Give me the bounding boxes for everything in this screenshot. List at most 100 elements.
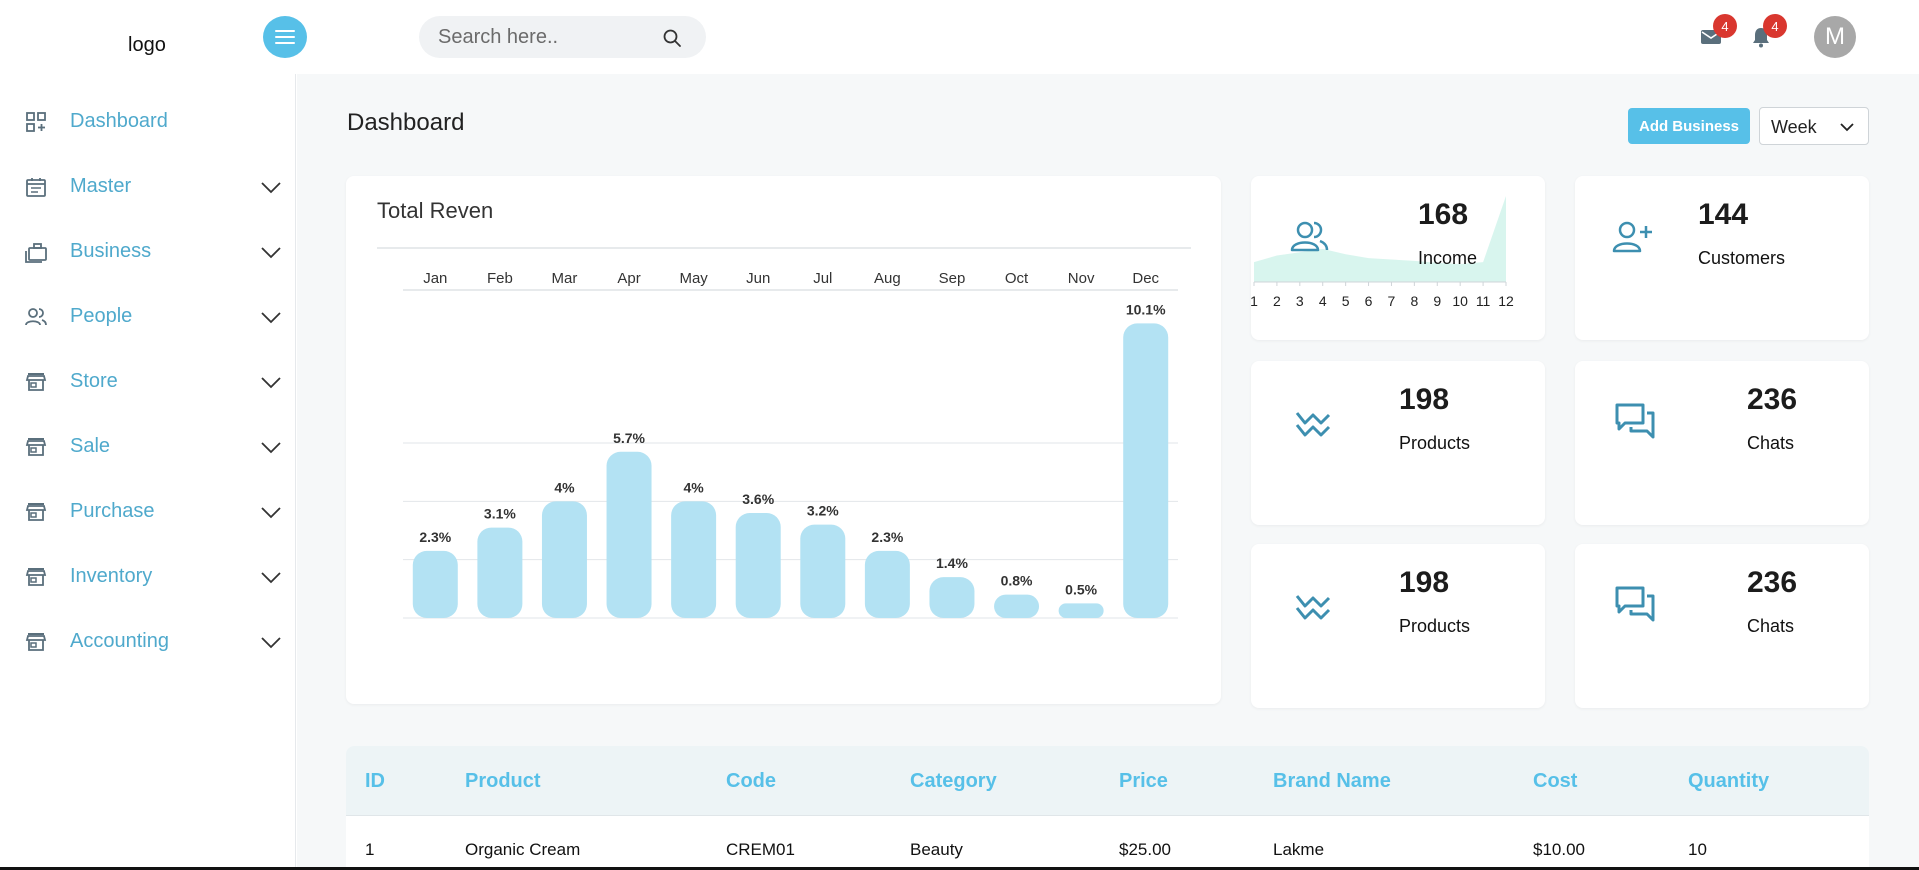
search-box (419, 16, 706, 58)
add-business-button[interactable]: Add Business (1628, 108, 1750, 144)
chevron-down-icon (1840, 123, 1854, 132)
stat-card-income: 1 2 3 4 5 6 7 8 9 10 11 12 168 Income (1251, 176, 1545, 340)
cell-id: 1 (365, 840, 375, 859)
sidebar-item-label: People (70, 305, 133, 327)
chat-icon (1615, 586, 1655, 622)
chevron-down-icon (261, 442, 281, 454)
sidebar-item-label: Purchase (70, 500, 155, 522)
bar (929, 577, 975, 618)
calendar-icon (26, 178, 46, 197)
sidebar-item-label: Business (70, 240, 152, 262)
activity-icon (1295, 595, 1331, 620)
user-plus-icon (1612, 221, 1652, 253)
chevron-down-icon (261, 312, 281, 324)
avatar[interactable]: M (1814, 16, 1856, 58)
sidebar-item-business[interactable]: Business (0, 227, 296, 277)
data-label: 3.2% (807, 503, 839, 519)
sidebar-item-label: Sale (70, 435, 111, 457)
main-content: Dashboard Add Business Week Total Reven … (297, 74, 1919, 870)
cell-quantity: 10 (1688, 840, 1707, 859)
data-label: 2.3% (419, 529, 451, 545)
column-header-cost[interactable]: Cost (1533, 770, 1577, 793)
bar (541, 501, 587, 618)
sidebar-item-accounting[interactable]: Accounting (0, 617, 296, 667)
stat-value: 236 (1747, 566, 1798, 599)
menu-toggle-button[interactable] (263, 16, 307, 58)
store-icon (25, 568, 47, 586)
sidebar-item-inventory[interactable]: Inventory (0, 552, 296, 602)
cell-category: Beauty (910, 840, 963, 859)
stat-card-products: 198 Products (1251, 361, 1545, 525)
column-header-price[interactable]: Price (1119, 770, 1168, 793)
column-header-id[interactable]: ID (365, 770, 385, 793)
sidebar-item-label: Accounting (70, 630, 169, 652)
x-tick-label: Nov (1068, 270, 1095, 287)
data-label: 3.1% (484, 506, 516, 522)
sidebar-item-people[interactable]: People (0, 292, 296, 342)
mail-button[interactable]: 4 (1699, 14, 1737, 50)
products-table: ID Product Code Category Price Brand Nam… (346, 746, 1869, 870)
bar (994, 594, 1040, 618)
chat-icon (1615, 403, 1655, 439)
bar (1123, 323, 1169, 618)
data-label: 0.8% (1001, 573, 1033, 589)
stat-label: Products (1399, 616, 1471, 636)
x-tick-label: Sep (939, 270, 966, 287)
sidebar-item-sale[interactable]: Sale (0, 422, 296, 472)
stat-label: Products (1399, 433, 1471, 453)
sparkline-tick-label: 10 (1452, 293, 1468, 309)
sparkline-tick-label: 8 (1410, 293, 1418, 309)
chevron-down-icon (261, 377, 281, 389)
sidebar-item-label: Master (70, 175, 132, 197)
revenue-bar-chart: Jan 2.3% Feb 3.1% Mar 4% Apr 5.7% May 4% Jun 3.6% Ju… (377, 247, 1191, 619)
x-tick-label: Apr (617, 270, 640, 287)
hamburger-icon (275, 30, 295, 44)
chevron-down-icon (261, 182, 281, 194)
sidebar-item-purchase[interactable]: Purchase (0, 487, 296, 537)
column-header-category[interactable]: Category (910, 770, 997, 793)
period-select[interactable]: Week (1759, 107, 1869, 145)
column-header-product[interactable]: Product (465, 770, 541, 793)
data-label: 5.7% (613, 430, 645, 446)
column-header-quantity[interactable]: Quantity (1688, 770, 1769, 793)
stat-value: 168 (1418, 198, 1469, 231)
notification-button[interactable]: 4 (1749, 14, 1787, 50)
stat-label: Chats (1747, 433, 1795, 453)
column-header-code[interactable]: Code (726, 770, 776, 793)
x-tick-label: Jun (746, 270, 770, 287)
stat-value: 198 (1399, 383, 1450, 416)
stat-value: 236 (1747, 383, 1798, 416)
bar (412, 550, 458, 618)
sidebar: Dashboard Master Business People Store S… (0, 74, 296, 870)
stat-label: Income (1418, 248, 1478, 268)
page-title: Dashboard (347, 109, 465, 136)
x-tick-label: May (679, 270, 708, 287)
x-tick-label: Oct (1005, 270, 1029, 287)
store-icon (25, 633, 47, 651)
search-input[interactable] (438, 24, 658, 50)
x-tick-label: Jan (423, 270, 447, 287)
sparkline-tick-label: 2 (1273, 293, 1281, 309)
users-icon (1290, 221, 1329, 252)
bar (606, 451, 652, 618)
bar (800, 524, 846, 618)
sidebar-item-dashboard[interactable]: Dashboard (0, 97, 296, 147)
store-icon (25, 503, 47, 521)
sidebar-item-store[interactable]: Store (0, 357, 296, 407)
notification-count-badge: 4 (1763, 14, 1787, 38)
sparkline-tick-label: 1 (1251, 293, 1258, 309)
data-label: 1.4% (936, 555, 968, 571)
stat-value: 198 (1399, 566, 1450, 599)
bar (864, 550, 910, 618)
column-header-brand-name[interactable]: Brand Name (1273, 770, 1391, 793)
sparkline-tick-label: 12 (1498, 293, 1514, 309)
stat-value: 144 (1698, 198, 1749, 231)
sparkline-tick-label: 9 (1433, 293, 1441, 309)
stat-card-chats: 236 Chats (1575, 544, 1869, 708)
cell-price: $25.00 (1119, 840, 1171, 859)
store-icon (25, 373, 47, 391)
search-icon[interactable] (662, 28, 682, 48)
sidebar-item-master[interactable]: Master (0, 162, 296, 212)
x-tick-label: Aug (874, 270, 901, 287)
period-select-value: Week (1771, 117, 1817, 137)
